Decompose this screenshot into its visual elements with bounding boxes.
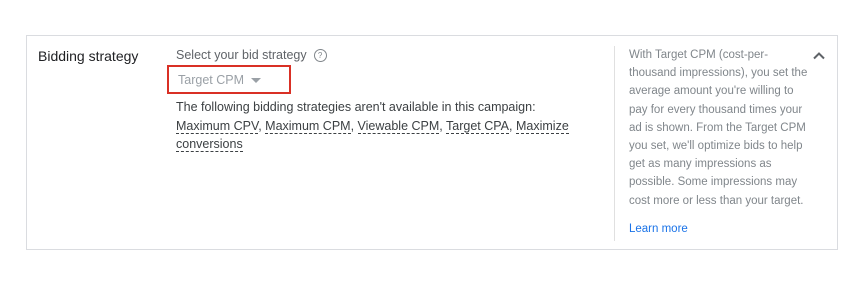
- help-circle-icon[interactable]: ?: [313, 48, 327, 62]
- section-title: Bidding strategy: [38, 48, 139, 64]
- unavailable-strategy-link[interactable]: Maximum CPM: [265, 118, 351, 134]
- unavailable-strategy-link[interactable]: Viewable CPM: [357, 118, 440, 134]
- list-separator: ,: [509, 118, 516, 133]
- unavailable-strategy-list: Maximum CPV, Maximum CPM, Viewable CPM, …: [176, 118, 569, 152]
- bid-strategy-prompt: Select your bid strategy: [176, 48, 307, 62]
- chevron-up-icon[interactable]: [811, 48, 827, 64]
- list-separator: ,: [350, 118, 358, 133]
- bidding-strategy-card: Bidding strategy Select your bid strateg…: [26, 35, 838, 250]
- bid-strategy-dropdown[interactable]: Target CPM: [167, 65, 291, 94]
- help-panel-text: With Target CPM (cost-per-thousand impre…: [629, 49, 808, 207]
- bid-strategy-panel: Select your bid strategy ? Target CPM Th…: [167, 47, 606, 152]
- bid-strategy-selected-value: Target CPM: [178, 72, 244, 87]
- unavailable-strategy-link[interactable]: Maximum CPV: [176, 118, 259, 134]
- bid-strategy-prompt-row: Select your bid strategy ?: [176, 47, 606, 63]
- caret-down-icon: [251, 77, 261, 83]
- unavailable-strategies-notice: The following bidding strategies aren't …: [176, 98, 586, 154]
- unavailable-strategy-link[interactable]: Target CPA: [446, 118, 510, 134]
- learn-more-link[interactable]: Learn more: [629, 223, 688, 235]
- unavailable-notice-text: The following bidding strategies aren't …: [176, 100, 536, 114]
- panel-divider: [614, 46, 615, 241]
